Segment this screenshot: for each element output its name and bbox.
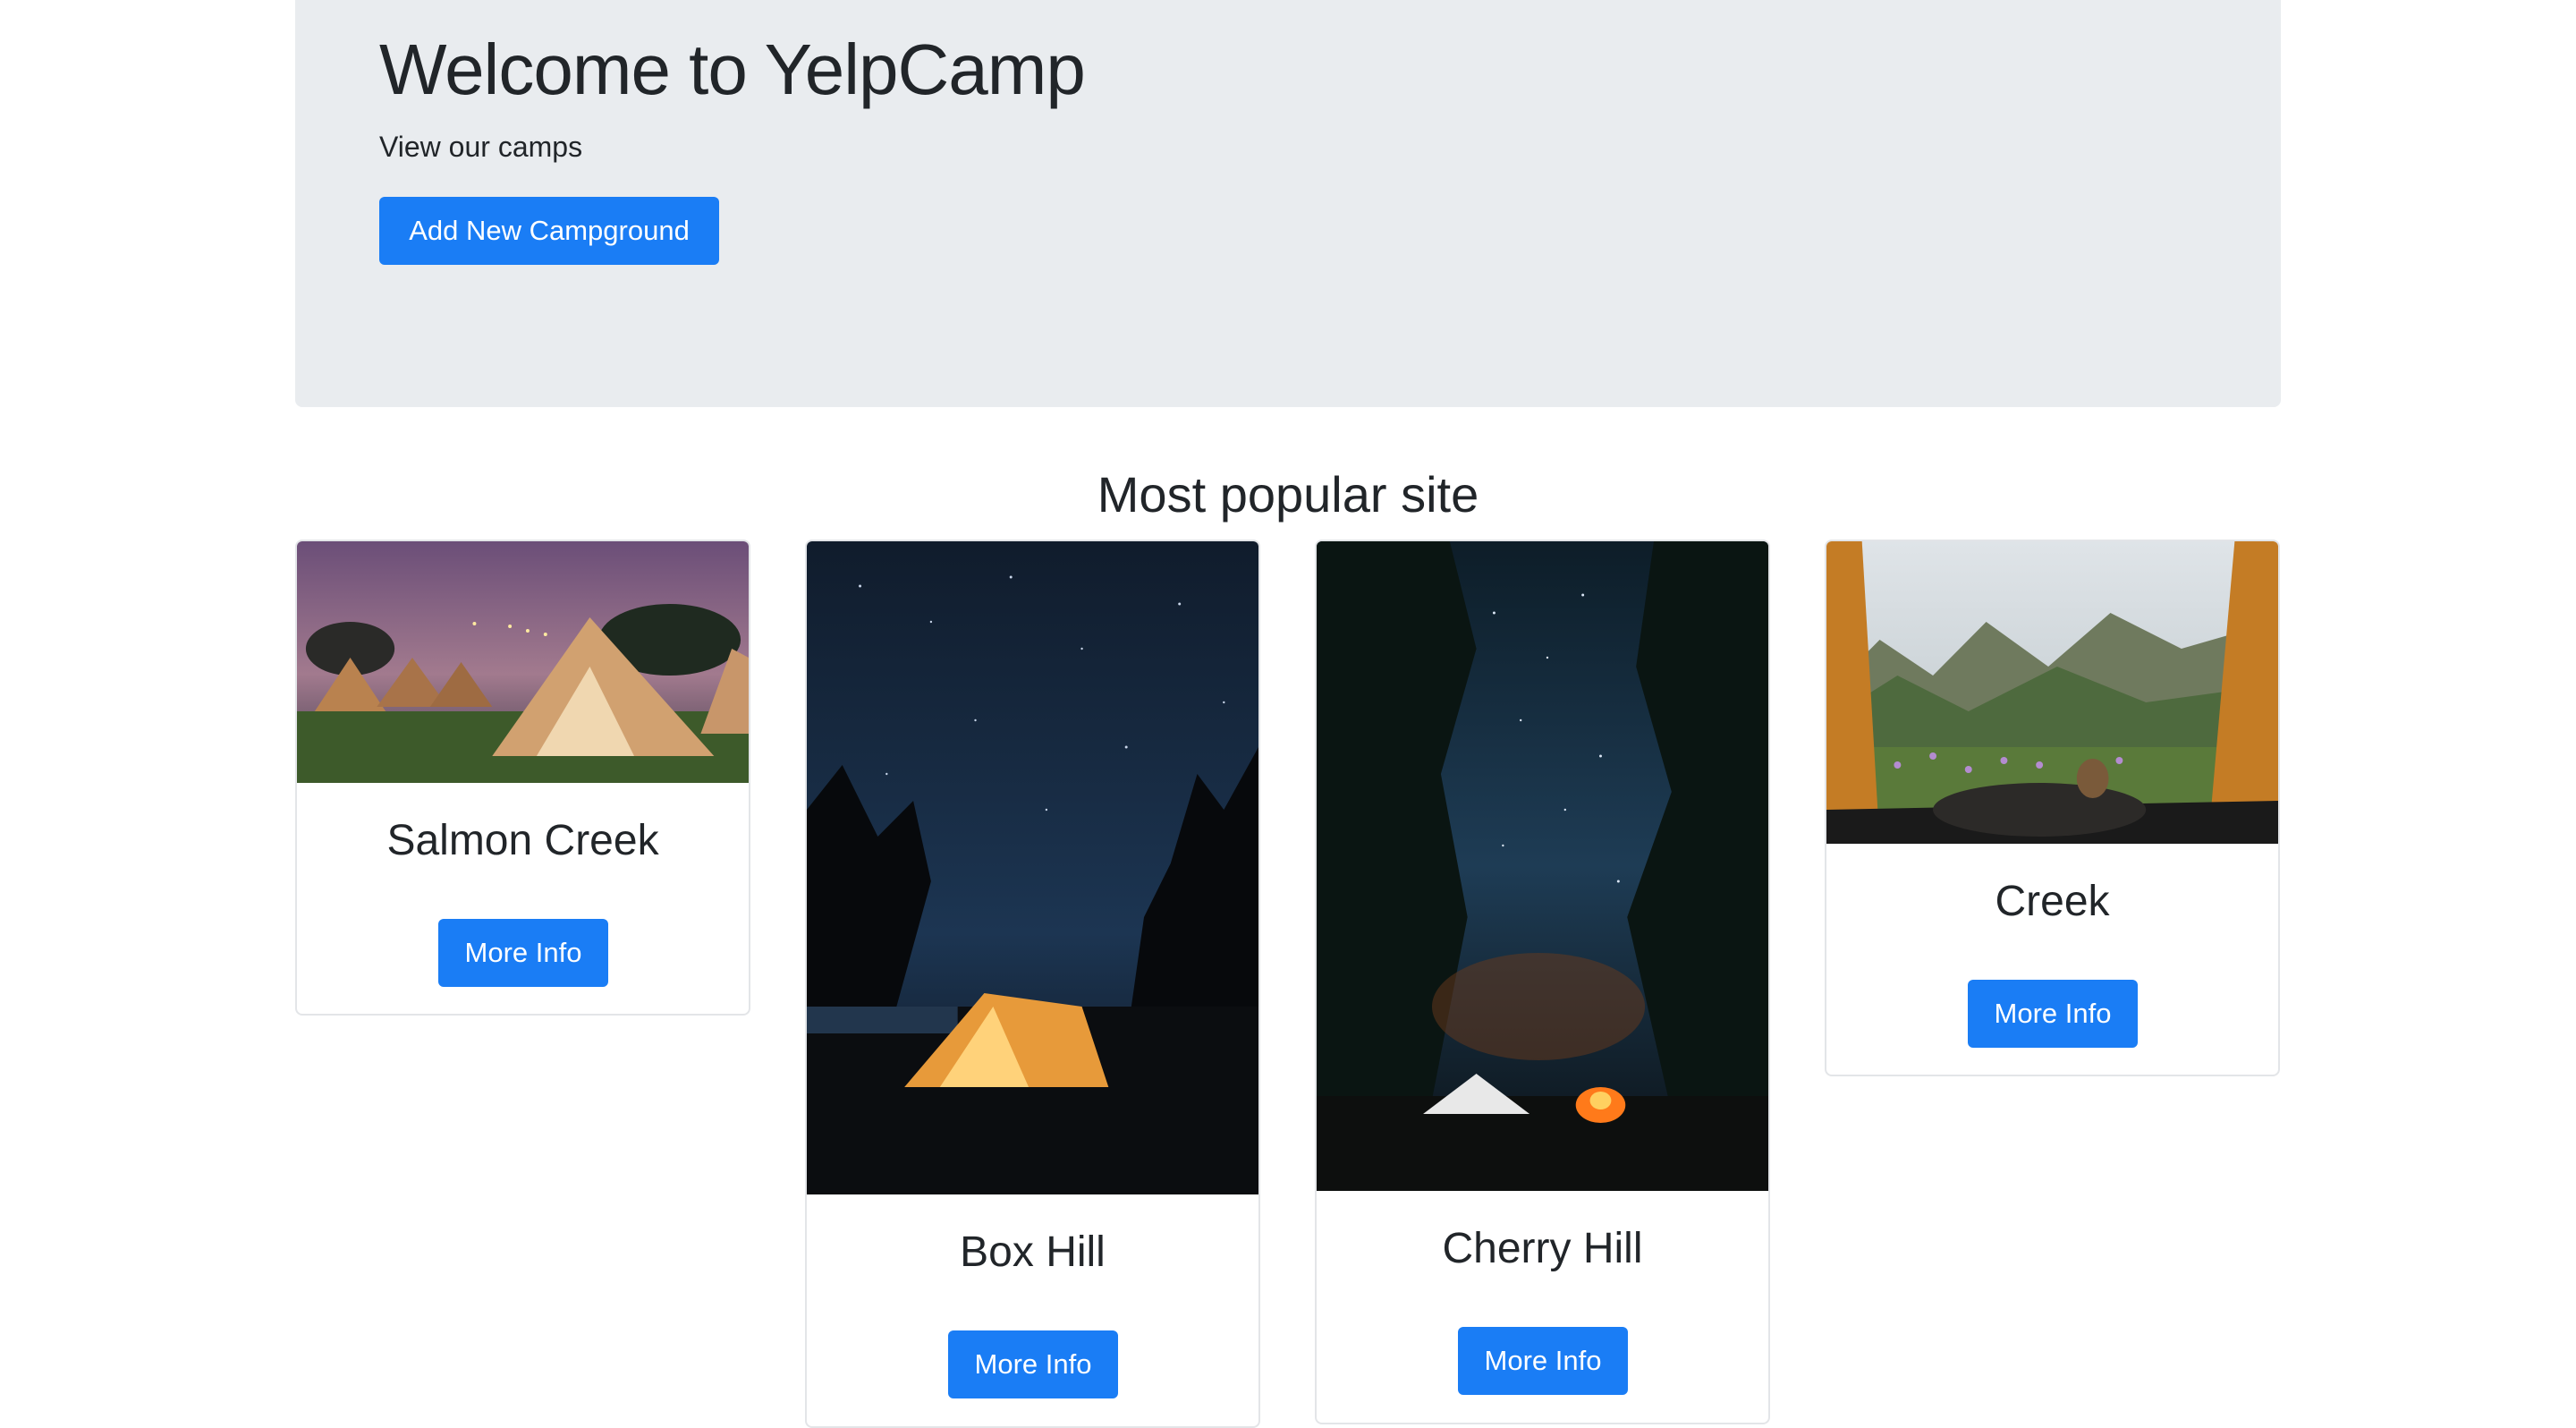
campground-image xyxy=(1317,541,1768,1191)
campground-name: Box Hill xyxy=(960,1228,1106,1276)
card-body: Creek More Info xyxy=(1826,844,2278,1075)
jumbotron: Welcome to YelpCamp View our camps Add N… xyxy=(295,0,2281,407)
campground-card-cherry-hill: Cherry Hill More Info xyxy=(1315,540,1770,1424)
campground-image xyxy=(297,541,749,783)
page: Welcome to YelpCamp View our camps Add N… xyxy=(0,0,2576,1428)
page-title: Welcome to YelpCamp xyxy=(379,30,1086,109)
more-info-button[interactable]: More Info xyxy=(438,919,608,987)
card-body: Salmon Creek More Info xyxy=(297,783,749,1014)
card-body: Cherry Hill More Info xyxy=(1317,1191,1768,1423)
more-info-button[interactable]: More Info xyxy=(1968,980,2138,1048)
campground-card-box-hill: Box Hill More Info xyxy=(805,540,1260,1428)
more-info-button[interactable]: More Info xyxy=(948,1330,1118,1398)
campground-image xyxy=(807,541,1258,1194)
section-title: Most popular site xyxy=(1097,466,1479,523)
more-info-button[interactable]: More Info xyxy=(1458,1327,1628,1395)
campground-image xyxy=(1826,541,2278,844)
campground-card-creek: Creek More Info xyxy=(1825,540,2280,1076)
campground-name: Cherry Hill xyxy=(1442,1225,1643,1272)
card-body: Box Hill More Info xyxy=(807,1194,1258,1426)
page-subtitle: View our camps xyxy=(379,131,583,163)
campground-name: Salmon Creek xyxy=(386,817,659,864)
campground-name: Creek xyxy=(1995,878,2110,925)
add-new-campground-button[interactable]: Add New Campground xyxy=(379,197,719,265)
campground-card-salmon-creek: Salmon Creek More Info xyxy=(295,540,750,1016)
